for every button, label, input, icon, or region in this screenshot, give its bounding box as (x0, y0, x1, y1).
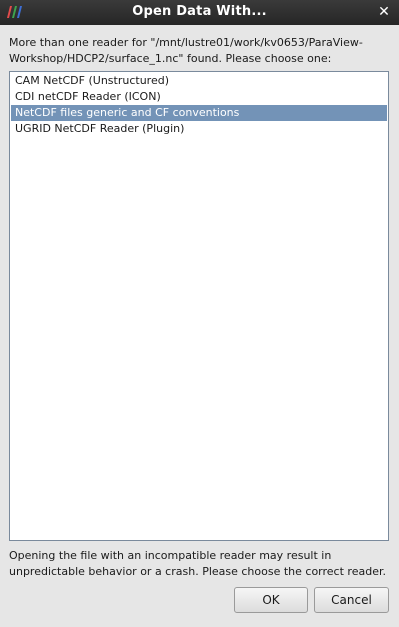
close-icon[interactable]: ✕ (377, 4, 391, 20)
ok-button[interactable]: OK (234, 587, 308, 613)
list-item-cam-netcdf[interactable]: CAM NetCDF (Unstructured) (11, 73, 387, 89)
window-title: Open Data With... (132, 4, 267, 19)
list-item-cdi-netcdf[interactable]: CDI netCDF Reader (ICON) (11, 89, 387, 105)
title-bar[interactable]: Open Data With... ✕ (0, 0, 399, 25)
dialog-body: More than one reader for "/mnt/lustre01/… (0, 25, 399, 627)
reader-prompt-message: More than one reader for "/mnt/lustre01/… (9, 36, 363, 65)
list-item-netcdf-generic-cf[interactable]: NetCDF files generic and CF conventions (11, 105, 387, 121)
dialog-window: Open Data With... ✕ More than one reader… (0, 0, 399, 627)
compatibility-warning: Opening the file with an incompatible re… (9, 549, 386, 578)
cancel-button[interactable]: Cancel (314, 587, 389, 613)
list-item-ugrid-netcdf[interactable]: UGRID NetCDF Reader (Plugin) (11, 121, 387, 137)
reader-list[interactable]: CAM NetCDF (Unstructured) CDI netCDF Rea… (9, 71, 389, 541)
